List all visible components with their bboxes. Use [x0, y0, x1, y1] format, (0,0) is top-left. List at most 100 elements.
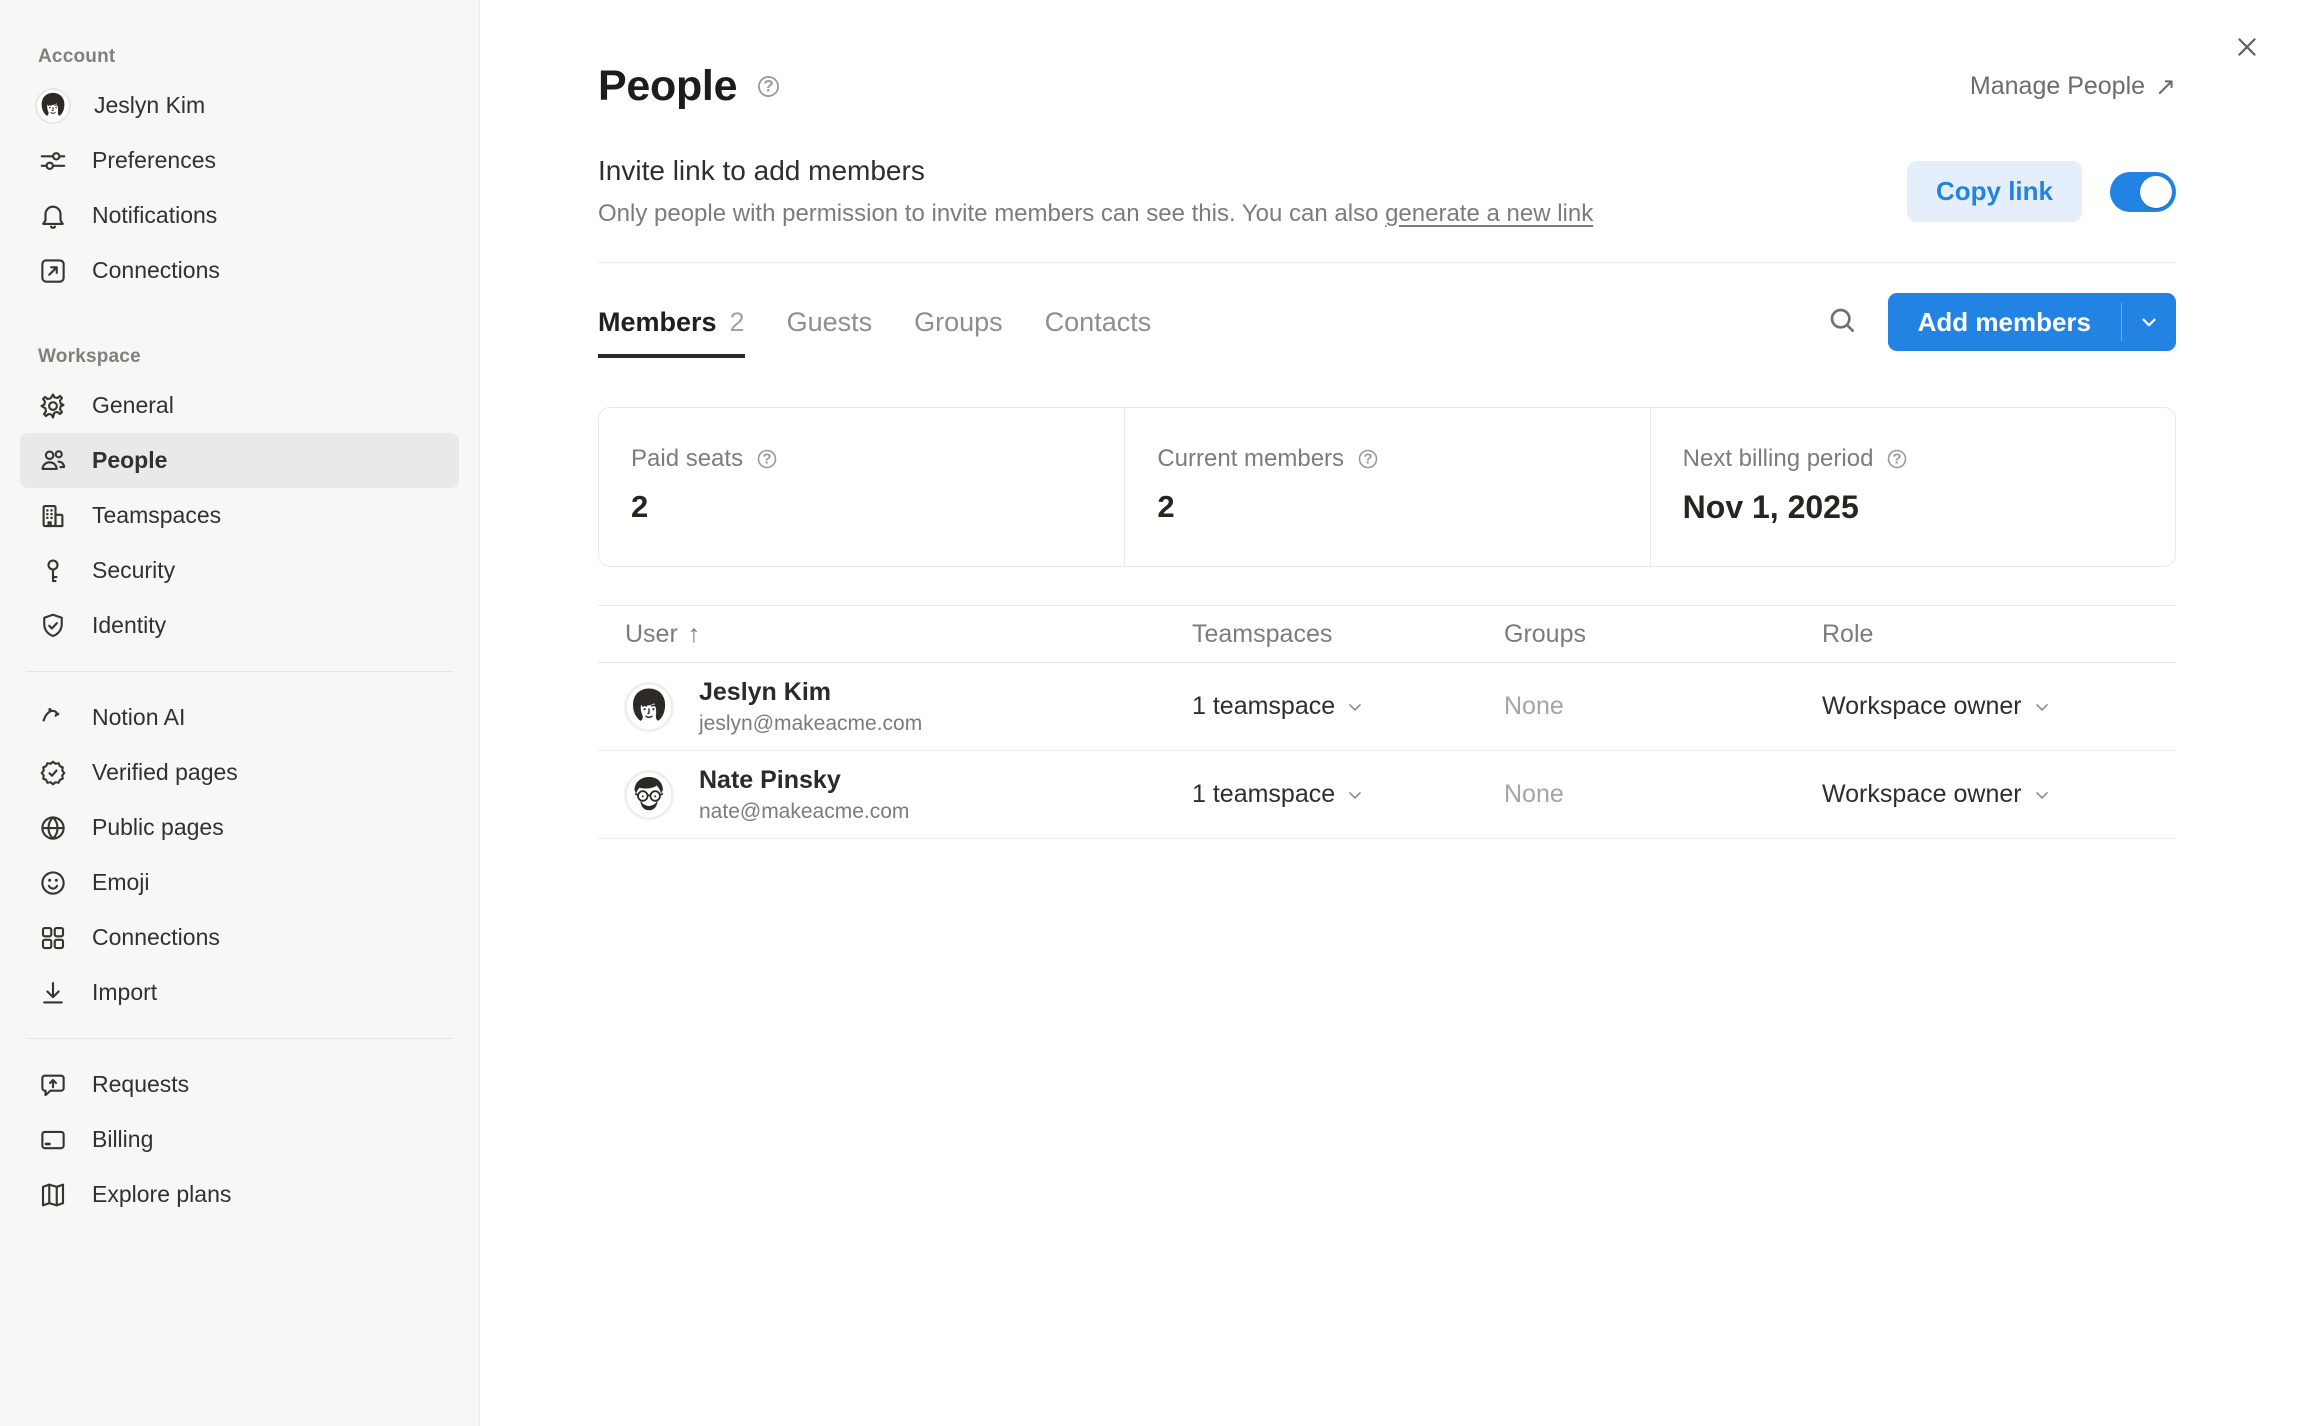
invite-description: Only people with permission to invite me…: [598, 200, 1593, 228]
column-user[interactable]: User↑: [598, 620, 1192, 649]
role-dropdown[interactable]: Workspace owner: [1822, 692, 2176, 721]
user-email: jeslyn@makeacme.com: [699, 712, 922, 736]
sidebar-item-label: Notifications: [92, 202, 217, 229]
tab-guests[interactable]: Guests: [787, 297, 873, 358]
invite-link-toggle[interactable]: [2110, 172, 2176, 212]
tab-contacts[interactable]: Contacts: [1045, 297, 1152, 358]
grid-icon: [38, 923, 68, 953]
table-row[interactable]: Nate Pinsky nate@makeacme.com 1 teamspac…: [598, 751, 2176, 839]
arrow-up-right-icon: ↗: [2155, 72, 2176, 102]
sidebar-item-teamspaces[interactable]: Teamspaces: [20, 488, 459, 543]
sidebar-item-preferences[interactable]: Preferences: [20, 133, 459, 188]
map-icon: [38, 1180, 68, 1210]
role-dropdown[interactable]: Workspace owner: [1822, 780, 2176, 809]
stat-value: 2: [1157, 489, 1649, 525]
people-icon: [38, 446, 68, 476]
sort-ascending-icon[interactable]: ↑: [688, 620, 701, 648]
sidebar-item-connections-workspace[interactable]: Connections: [20, 910, 459, 965]
column-groups: Groups: [1504, 620, 1822, 649]
sidebar-item-label: Requests: [92, 1071, 189, 1098]
people-settings-panel: People ? Manage People↗ Invite link to a…: [481, 0, 2298, 1426]
sidebar-item-label: Import: [92, 979, 157, 1006]
sidebar-item-label: Public pages: [92, 814, 224, 841]
teamspaces-dropdown[interactable]: 1 teamspace: [1192, 692, 1504, 721]
sidebar-item-label: Preferences: [92, 147, 216, 174]
sidebar-item-notion-ai[interactable]: Notion AI: [20, 690, 459, 745]
sidebar-item-label: Verified pages: [92, 759, 238, 786]
close-icon[interactable]: [2230, 30, 2264, 64]
globe-icon: [38, 813, 68, 843]
settings-sidebar: Account Jeslyn Kim Preferences Notificat…: [0, 0, 480, 1426]
stat-paid-seats: Paid seats ? 2: [599, 408, 1124, 566]
sidebar-item-security[interactable]: Security: [20, 543, 459, 598]
credit-card-icon: [38, 1125, 68, 1155]
arrow-up-right-box-icon: [38, 256, 68, 286]
jeslyn-avatar-icon: [36, 89, 70, 123]
sidebar-item-explore-plans[interactable]: Explore plans: [20, 1167, 459, 1222]
help-icon[interactable]: ?: [755, 447, 779, 471]
user-cell: Nate Pinsky nate@makeacme.com: [598, 766, 1192, 824]
stat-value: 2: [631, 489, 1124, 525]
stat-value: Nov 1, 2025: [1683, 489, 2175, 526]
help-icon[interactable]: ?: [755, 73, 782, 100]
tab-members[interactable]: Members2: [598, 297, 745, 358]
svg-text:?: ?: [1363, 451, 1372, 468]
sidebar-item-label: People: [92, 447, 167, 474]
table-header-row: User↑ Teamspaces Groups Role: [598, 605, 2176, 663]
sidebar-item-public-pages[interactable]: Public pages: [20, 800, 459, 855]
stat-current-members: Current members ? 2: [1124, 408, 1649, 566]
sidebar-item-requests[interactable]: Requests: [20, 1057, 459, 1112]
chevron-down-icon: [2032, 697, 2052, 717]
chevron-down-icon: [1345, 697, 1365, 717]
help-icon[interactable]: ?: [1885, 447, 1909, 471]
sidebar-item-general[interactable]: General: [20, 378, 459, 433]
table-row[interactable]: Jeslyn Kim jeslyn@makeacme.com 1 teamspa…: [598, 663, 2176, 751]
jeslyn-avatar: [625, 683, 673, 731]
help-icon[interactable]: ?: [1356, 447, 1380, 471]
groups-value: None: [1504, 692, 1564, 720]
building-icon: [38, 501, 68, 531]
sidebar-item-people[interactable]: People: [20, 433, 459, 488]
sidebar-item-label: General: [92, 392, 174, 419]
column-teamspaces: Teamspaces: [1192, 620, 1504, 649]
sidebar-item-label: Billing: [92, 1126, 153, 1153]
sidebar-item-identity[interactable]: Identity: [20, 598, 459, 653]
sidebar-item-label: Teamspaces: [92, 502, 221, 529]
section-divider: [598, 262, 2176, 263]
shield-check-icon: [38, 611, 68, 641]
sidebar-item-account-user[interactable]: Jeslyn Kim: [20, 78, 459, 133]
sidebar-item-billing[interactable]: Billing: [20, 1112, 459, 1167]
teamspaces-dropdown[interactable]: 1 teamspace: [1192, 780, 1504, 809]
groups-value: None: [1504, 780, 1564, 808]
tab-groups[interactable]: Groups: [914, 297, 1003, 358]
add-members-button[interactable]: Add members: [1888, 293, 2176, 351]
svg-text:?: ?: [1893, 451, 1902, 468]
message-up-icon: [38, 1070, 68, 1100]
toggle-knob: [2140, 176, 2172, 208]
sidebar-item-label: Notion AI: [92, 704, 185, 731]
chevron-down-icon[interactable]: [2122, 293, 2176, 351]
sidebar-section-account: Account: [38, 46, 479, 68]
user-name: Jeslyn Kim: [699, 678, 922, 707]
user-email: nate@makeacme.com: [699, 800, 909, 824]
copy-link-button[interactable]: Copy link: [1907, 161, 2082, 222]
manage-people-link[interactable]: Manage People↗: [1970, 72, 2176, 102]
members-table: User↑ Teamspaces Groups Role Jeslyn Kim …: [598, 605, 2176, 839]
tab-bar: Members2 Guests Groups Contacts: [598, 297, 1151, 358]
sidebar-item-verified-pages[interactable]: Verified pages: [20, 745, 459, 800]
sidebar-item-notifications[interactable]: Notifications: [20, 188, 459, 243]
sidebar-item-connections-account[interactable]: Connections: [20, 243, 459, 298]
chevron-down-icon: [2032, 785, 2052, 805]
sidebar-item-label: Identity: [92, 612, 166, 639]
nate-avatar: [625, 771, 673, 819]
ai-face-icon: [38, 703, 68, 733]
sidebar-item-import[interactable]: Import: [20, 965, 459, 1020]
search-icon[interactable]: [1826, 304, 1858, 341]
verified-badge-icon: [38, 758, 68, 788]
generate-new-link[interactable]: generate a new link: [1385, 200, 1593, 227]
sliders-icon: [38, 146, 68, 176]
smiley-icon: [38, 868, 68, 898]
sidebar-item-emoji[interactable]: Emoji: [20, 855, 459, 910]
sidebar-item-label: Connections: [92, 257, 220, 284]
chevron-down-icon: [1345, 785, 1365, 805]
